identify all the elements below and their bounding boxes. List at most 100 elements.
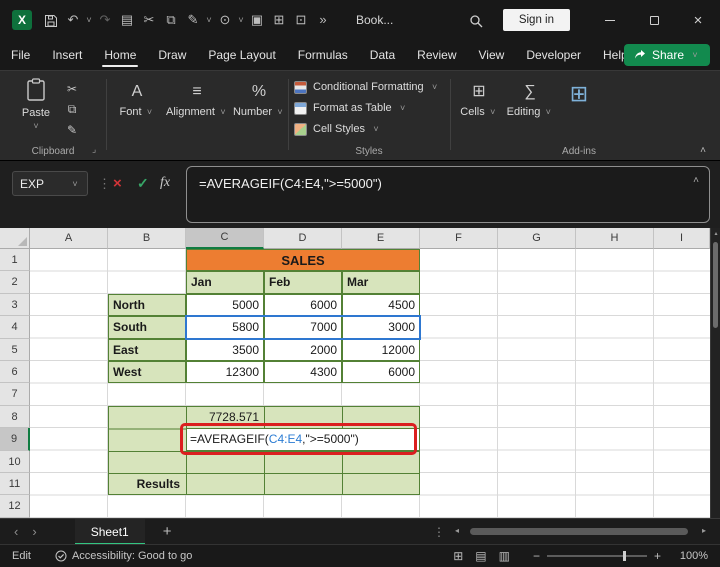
select-all-corner[interactable] — [0, 228, 30, 249]
zoom-out-button[interactable]: − — [533, 549, 540, 563]
cell-c2-jan[interactable]: Jan — [186, 271, 264, 293]
accessibility-status[interactable]: Accessibility: Good to go — [55, 550, 192, 562]
number-group-button[interactable]: % Number˅ — [232, 83, 286, 118]
row-header-5[interactable]: 5 — [0, 339, 30, 361]
add-ins-button[interactable]: ⊞ — [556, 81, 602, 107]
cell-c9-editing[interactable]: =AVERAGEIF(C4:E4,">=5000") — [186, 428, 420, 450]
undo-icon[interactable]: ↶ — [62, 0, 84, 40]
conditional-formatting-button[interactable]: Conditional Formatting ˅ — [294, 79, 440, 95]
paste-chevron-icon[interactable]: ˅ — [31, 121, 41, 131]
new-sheet-button[interactable]: + — [163, 523, 172, 540]
sheet-nav-left-icon[interactable]: ‹ — [14, 524, 18, 539]
row-header-8[interactable]: 8 — [0, 406, 30, 428]
column-header-d[interactable]: D — [264, 228, 342, 249]
zoom-in-button[interactable]: + — [654, 549, 661, 563]
row-header-1[interactable]: 1 — [0, 249, 30, 271]
cell-c6[interactable]: 12300 — [186, 361, 264, 383]
formula-input[interactable]: =AVERAGEIF(C4:E4,">=5000") ˄ — [186, 166, 710, 223]
cell-b5-east[interactable]: East — [108, 339, 186, 361]
tab-developer[interactable]: Developer — [524, 40, 583, 70]
tab-view[interactable]: View — [477, 40, 507, 70]
zoom-slider-thumb[interactable] — [623, 551, 626, 561]
row-header-11[interactable]: 11 — [0, 473, 30, 495]
cell-e5[interactable]: 12000 — [342, 339, 420, 361]
cell-b6-west[interactable]: West — [108, 361, 186, 383]
insert-function-button[interactable]: fx — [160, 175, 170, 191]
clipboard-dialog-launcher-icon[interactable]: ⌟ — [92, 144, 96, 155]
column-header-e[interactable]: E — [342, 228, 420, 249]
row-header-6[interactable]: 6 — [0, 361, 30, 383]
share-chevron-icon[interactable]: ˅ — [690, 50, 700, 60]
cell-sales-header[interactable]: SALES — [186, 249, 420, 271]
copy-button[interactable]: ⧉ — [68, 102, 77, 117]
save-icon[interactable] — [40, 0, 62, 40]
cancel-button[interactable]: × — [113, 175, 122, 192]
cell-d2-feb[interactable]: Feb — [264, 271, 342, 293]
cell-e4[interactable]: 3000 — [342, 316, 420, 338]
excel-logo-icon[interactable]: X — [12, 10, 32, 30]
vertical-scrollbar[interactable]: ▴ — [710, 228, 720, 518]
column-header-h[interactable]: H — [576, 228, 654, 249]
row-header-2[interactable]: 2 — [0, 271, 30, 293]
paste-button[interactable]: Paste ˅ — [16, 78, 56, 131]
cell-styles-button[interactable]: Cell Styles ˅ — [294, 121, 440, 137]
format-painter-button[interactable]: ✎ — [67, 123, 77, 137]
row-header-9[interactable]: 9 — [0, 428, 30, 450]
tab-review[interactable]: Review — [415, 40, 458, 70]
draw-icon[interactable]: ⊙ — [214, 0, 236, 40]
cut-button[interactable]: ✂ — [67, 82, 77, 96]
hscroll-right-icon[interactable]: ▸ — [702, 526, 706, 535]
column-header-i[interactable]: I — [654, 228, 710, 249]
tabbar-overflow-icon[interactable]: ⋮ — [433, 525, 445, 539]
row-header-7[interactable]: 7 — [0, 383, 30, 405]
format-painter-icon[interactable]: ✎ — [182, 0, 204, 40]
sign-in-button[interactable]: Sign in — [503, 9, 570, 31]
share-button[interactable]: Share ˅ — [624, 44, 710, 66]
name-box-chevron-icon[interactable]: ˅ — [70, 179, 80, 189]
tab-formulas[interactable]: Formulas — [296, 40, 350, 70]
cells-group-button[interactable]: ⊞ Cells˅ — [456, 83, 502, 118]
tab-draw[interactable]: Draw — [156, 40, 188, 70]
column-header-g[interactable]: G — [498, 228, 576, 249]
workbook-stats-icon[interactable]: ▤ — [116, 0, 138, 40]
row-header-3[interactable]: 3 — [0, 294, 30, 316]
row-header-12[interactable]: 12 — [0, 495, 30, 517]
zoom-level[interactable]: 100% — [674, 550, 708, 562]
zoom-slider[interactable] — [547, 555, 647, 557]
tab-page-layout[interactable]: Page Layout — [206, 40, 277, 70]
cell-e2-mar[interactable]: Mar — [342, 271, 420, 293]
hscroll-left-icon[interactable]: ◂ — [455, 526, 459, 535]
spreadsheet[interactable]: A B C D E F G H I 1 2 3 4 5 6 7 8 9 10 1… — [0, 228, 710, 518]
draw-chevron-icon[interactable]: ˅ — [236, 15, 246, 25]
column-header-c[interactable]: C — [186, 228, 264, 249]
cell-e6[interactable]: 6000 — [342, 361, 420, 383]
cell-b4-south[interactable]: South — [108, 316, 186, 338]
cell-b11-results-label[interactable]: Results — [108, 473, 186, 495]
cell-c5[interactable]: 3500 — [186, 339, 264, 361]
sheet-nav-right-icon[interactable]: › — [32, 524, 36, 539]
vertical-scroll-thumb[interactable] — [713, 242, 718, 328]
paste-quick-icon[interactable]: ▣ — [246, 0, 268, 40]
table-icon[interactable]: ⊞ — [268, 0, 290, 40]
tab-data[interactable]: Data — [368, 40, 397, 70]
column-header-a[interactable]: A — [30, 228, 108, 249]
toolbar-overflow-icon[interactable]: » — [312, 0, 334, 40]
cut-icon[interactable]: ✂ — [138, 0, 160, 40]
cell-d4[interactable]: 7000 — [264, 316, 342, 338]
redo-icon[interactable]: ↷ — [94, 0, 116, 40]
copy-icon[interactable]: ⧉ — [160, 0, 182, 40]
formula-bar-collapse-icon[interactable]: ˄ — [693, 175, 699, 186]
enter-button[interactable]: ✓ — [137, 175, 149, 192]
cell-d6[interactable]: 4300 — [264, 361, 342, 383]
page-layout-view-icon[interactable]: ▤ — [475, 549, 486, 563]
minimize-button[interactable] — [588, 0, 632, 40]
search-icon[interactable] — [461, 0, 491, 40]
cell-d3[interactable]: 6000 — [264, 294, 342, 316]
close-button[interactable]: × — [676, 0, 720, 40]
format-as-table-button[interactable]: Format as Table ˅ — [294, 100, 440, 116]
cell-c3[interactable]: 5000 — [186, 294, 264, 316]
cell-b3-north[interactable]: North — [108, 294, 186, 316]
cell-e3[interactable]: 4500 — [342, 294, 420, 316]
cell-d5[interactable]: 2000 — [264, 339, 342, 361]
row-header-4[interactable]: 4 — [0, 316, 30, 338]
